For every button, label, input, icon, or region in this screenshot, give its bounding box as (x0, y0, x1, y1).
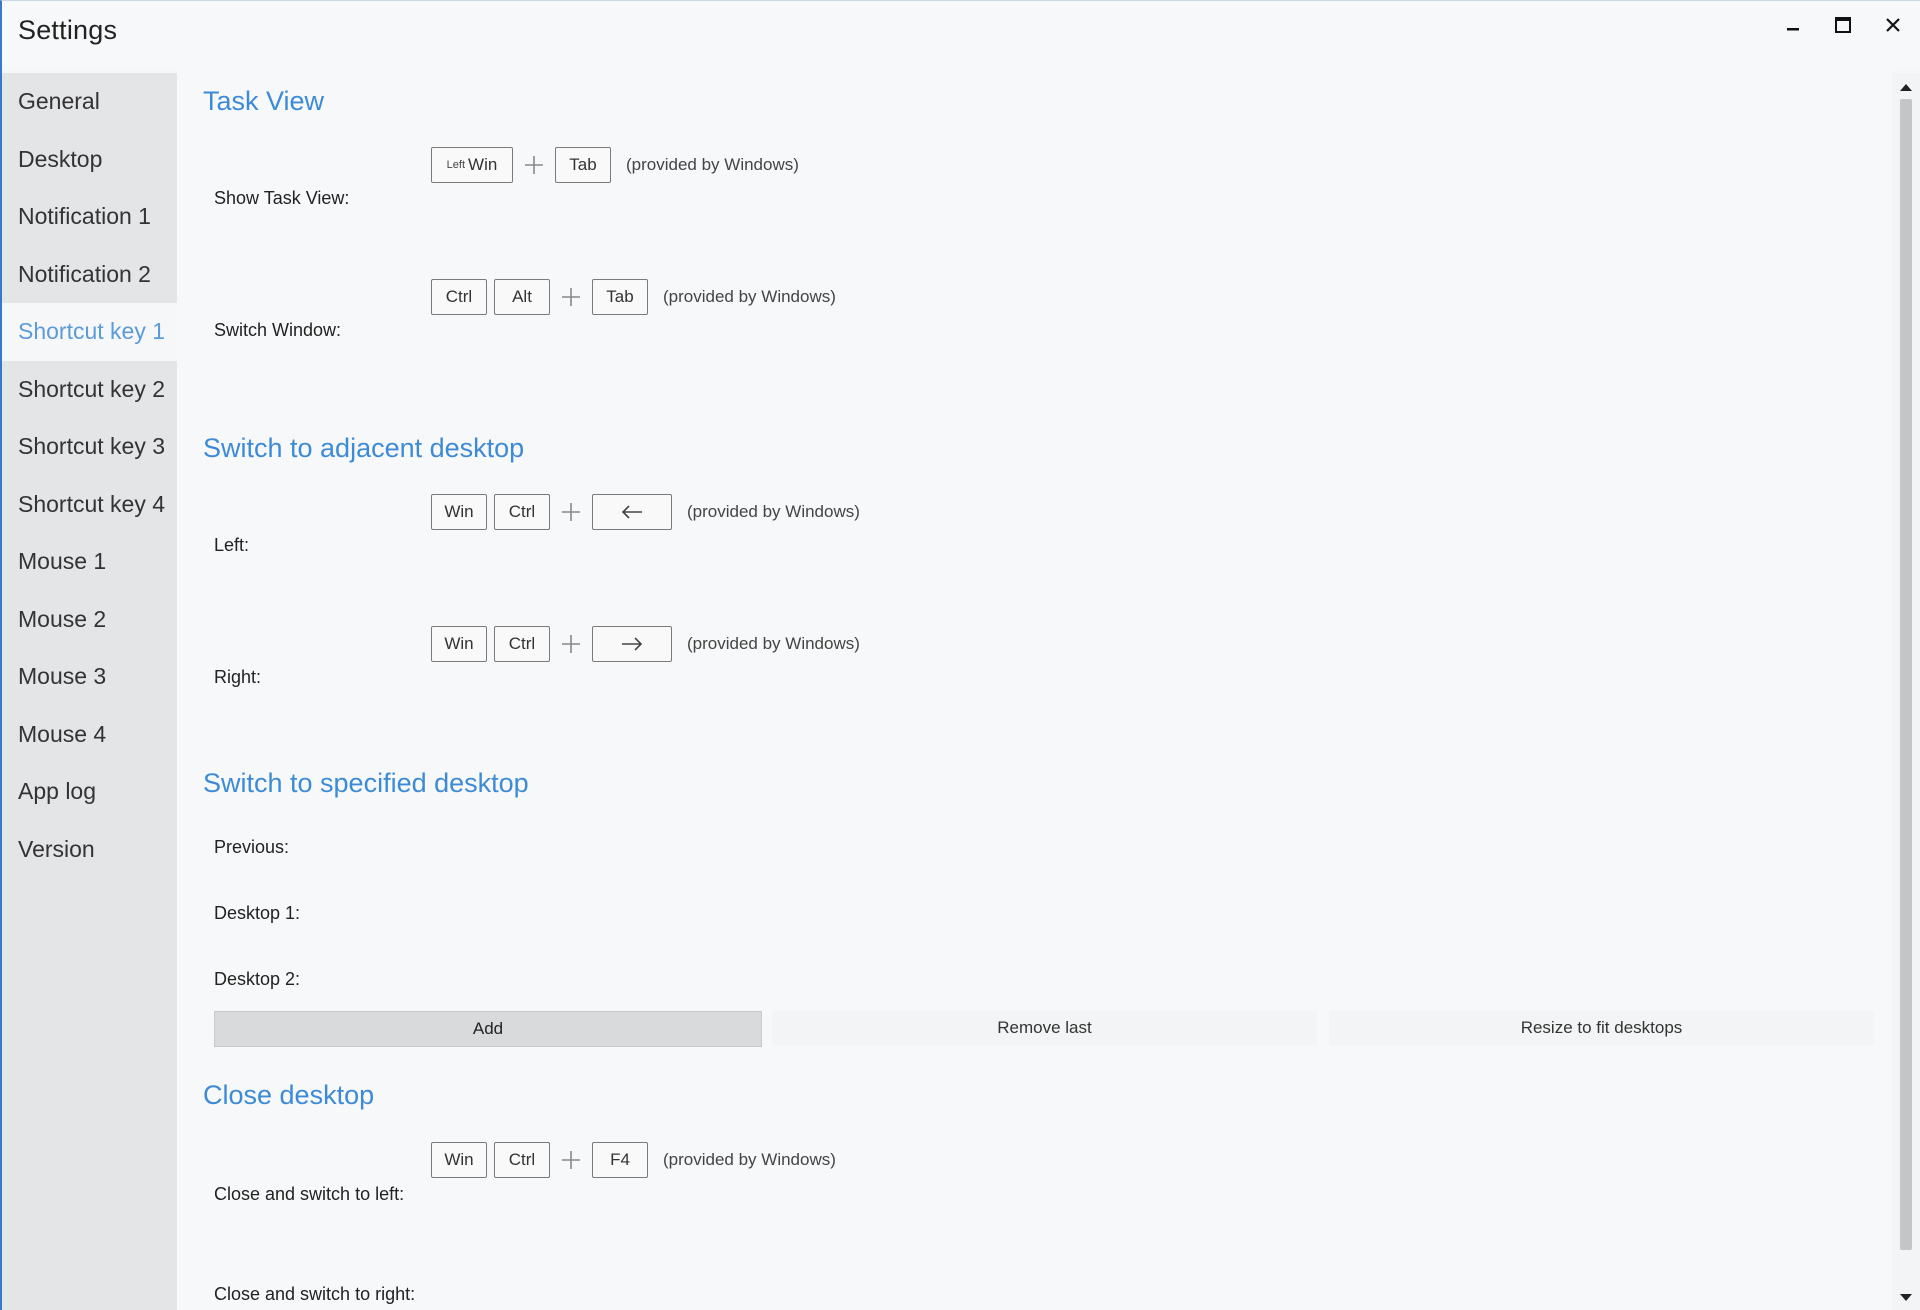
show-task-view-shortcut: Left Win Tab (provided by Windows) (431, 146, 799, 184)
sidebar-item-mouse-3[interactable]: Mouse 3 (2, 648, 177, 706)
sidebar-item-desktop[interactable]: Desktop (2, 131, 177, 189)
arrow-left-icon (621, 505, 642, 519)
chevron-down-icon (1900, 1294, 1912, 1301)
key-win: Win (431, 494, 487, 530)
settings-content: Task View Show Task View: Left Win Tab (… (177, 67, 1892, 1310)
provided-by-windows-note: (provided by Windows) (626, 155, 799, 174)
scroll-up-button[interactable] (1898, 79, 1914, 95)
provided-by-windows-note: (provided by Windows) (663, 1150, 836, 1169)
provided-by-windows-note: (provided by Windows) (687, 502, 860, 521)
sidebar-item-general[interactable]: General (2, 73, 177, 131)
key-left-win-main: Win (468, 155, 498, 174)
plus-icon (557, 1150, 585, 1170)
previous-label: Previous: (214, 837, 290, 857)
plus-icon (520, 155, 548, 175)
scroll-down-button[interactable] (1898, 1290, 1914, 1306)
close-button[interactable] (1870, 7, 1916, 43)
right-label: Right: (214, 667, 262, 687)
title-bar: Settings (2, 1, 1920, 67)
sidebar-item-notification-1[interactable]: Notification 1 (2, 188, 177, 246)
key-ctrl: Ctrl (494, 494, 550, 530)
switch-window-label: Switch Window: (214, 320, 342, 340)
scroll-thumb[interactable] (1900, 99, 1912, 1250)
key-win: Win (431, 626, 487, 662)
key-left-win: Left Win (431, 147, 513, 183)
settings-window: Settings General Desktop Notification 1 … (0, 0, 1920, 1310)
window-title: Settings (18, 15, 118, 45)
add-desktop-button[interactable]: Add (214, 1011, 762, 1047)
sidebar-item-shortcut-key-2[interactable]: Shortcut key 2 (2, 361, 177, 419)
sidebar-item-notification-2[interactable]: Notification 2 (2, 246, 177, 304)
close-switch-left-shortcut: Win Ctrl F4 (provided by Windows) (431, 1141, 836, 1179)
arrow-right-icon (622, 637, 643, 651)
right-shortcut: Win Ctrl (provided by Windows) (431, 625, 860, 663)
key-ctrl: Ctrl (494, 1142, 550, 1178)
key-left-win-small: Left (446, 159, 466, 171)
key-arrow-left (592, 494, 672, 530)
left-label: Left: (214, 535, 250, 555)
key-ctrl: Ctrl (494, 626, 550, 662)
left-shortcut: Win Ctrl (provided by Windows) (431, 493, 860, 531)
resize-to-fit-desktops-button[interactable]: Resize to fit desktops (1329, 1011, 1874, 1045)
minimize-icon (1787, 28, 1799, 31)
key-tab: Tab (592, 279, 648, 315)
key-alt: Alt (494, 279, 550, 315)
sidebar-item-mouse-1[interactable]: Mouse 1 (2, 533, 177, 591)
settings-sidebar: General Desktop Notification 1 Notificat… (2, 73, 177, 1310)
key-f4: F4 (592, 1142, 648, 1178)
close-switch-left-label: Close and switch to left: (214, 1184, 405, 1204)
plus-icon (557, 502, 585, 522)
maximize-button[interactable] (1820, 7, 1866, 43)
plus-icon (557, 634, 585, 654)
switch-window-shortcut: Ctrl Alt Tab (provided by Windows) (431, 278, 836, 316)
sidebar-item-app-log[interactable]: App log (2, 763, 177, 821)
close-switch-right-label: Close and switch to right: (214, 1284, 416, 1304)
sidebar-item-shortcut-key-4[interactable]: Shortcut key 4 (2, 476, 177, 534)
sidebar-item-version[interactable]: Version (2, 821, 177, 879)
section-title-specified-desktop: Switch to specified desktop (203, 768, 529, 798)
section-title-task-view: Task View (203, 86, 325, 116)
provided-by-windows-note: (provided by Windows) (687, 634, 860, 653)
plus-icon (557, 287, 585, 307)
chevron-up-icon (1900, 84, 1912, 91)
key-arrow-right (592, 626, 672, 662)
vertical-scrollbar[interactable] (1892, 73, 1920, 1310)
show-task-view-label: Show Task View: (214, 188, 350, 208)
sidebar-item-shortcut-key-1[interactable]: Shortcut key 1 (2, 303, 177, 361)
sidebar-item-mouse-4[interactable]: Mouse 4 (2, 706, 177, 764)
sidebar-item-mouse-2[interactable]: Mouse 2 (2, 591, 177, 649)
key-tab: Tab (555, 147, 611, 183)
section-title-adjacent-desktop: Switch to adjacent desktop (203, 433, 525, 463)
remove-last-button[interactable]: Remove last (772, 1011, 1317, 1045)
section-title-close-desktop: Close desktop (203, 1080, 375, 1110)
close-icon (1886, 18, 1900, 32)
sidebar-item-shortcut-key-3[interactable]: Shortcut key 3 (2, 418, 177, 476)
maximize-icon (1835, 17, 1851, 33)
provided-by-windows-note: (provided by Windows) (663, 287, 836, 306)
key-ctrl: Ctrl (431, 279, 487, 315)
key-win: Win (431, 1142, 487, 1178)
desktop-2-label: Desktop 2: (214, 969, 301, 989)
minimize-button[interactable] (1770, 7, 1816, 43)
desktop-1-label: Desktop 1: (214, 903, 301, 923)
